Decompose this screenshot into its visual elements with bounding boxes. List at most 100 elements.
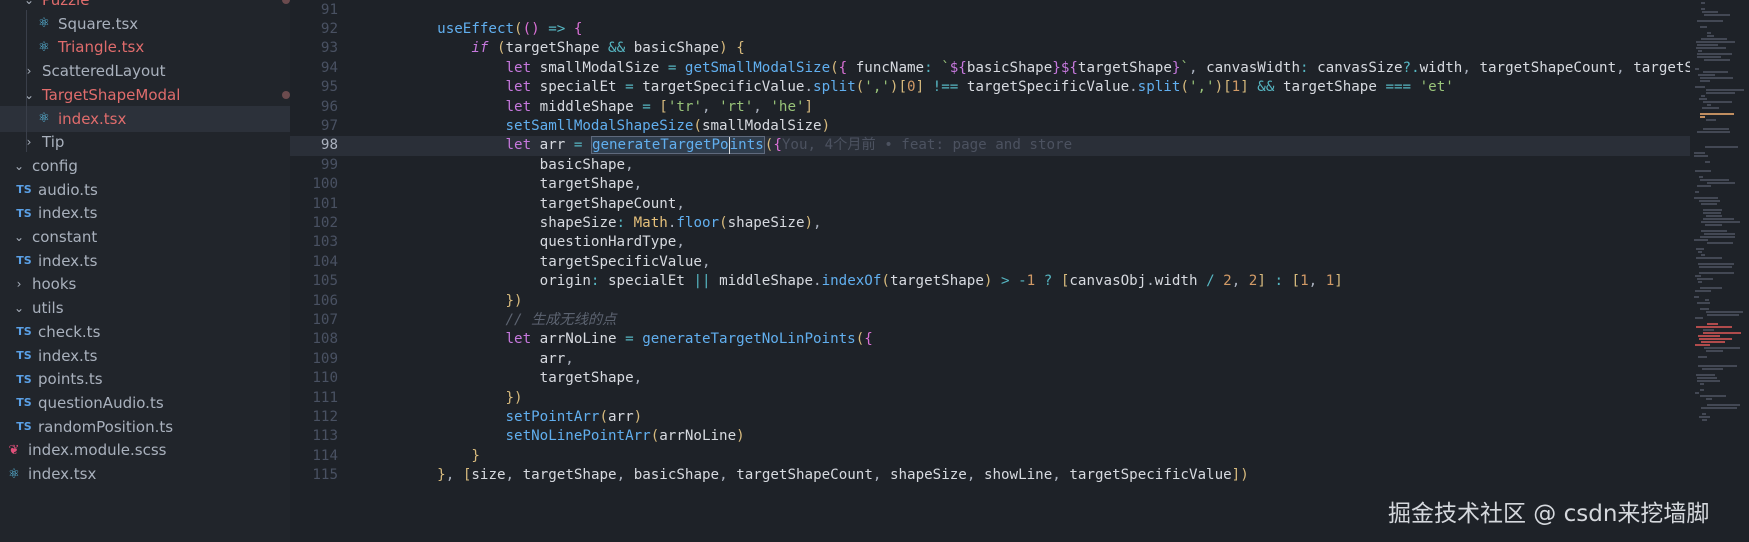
code-line[interactable]: 97 setSamllModalShapeSize(smallModalSize… xyxy=(290,117,1690,136)
line-number: 101 xyxy=(312,195,338,212)
explorer-file[interactable]: TS index.ts xyxy=(0,200,290,226)
code-line[interactable]: 109 arr, xyxy=(290,350,1690,369)
modified-dot-icon xyxy=(282,90,290,99)
minimap-line xyxy=(1700,179,1729,181)
chevron-right-icon: › xyxy=(26,64,32,79)
minimap-line xyxy=(1697,380,1720,382)
explorer-item-label: index.ts xyxy=(38,204,98,223)
code-line[interactable]: 92 useEffect(() => { xyxy=(290,20,1690,39)
explorer-folder-utils[interactable]: ⌄ utils xyxy=(0,295,290,321)
code-editor[interactable]: 91 92 useEffect(() => {93 if (targetShape… xyxy=(290,0,1690,542)
explorer-file[interactable]: ⚛Triangle.tsx3 xyxy=(0,34,290,60)
code-line[interactable]: 114 } xyxy=(290,447,1690,466)
code-line[interactable]: 91 xyxy=(290,1,1690,20)
code-line[interactable]: 107 // 生成无线的点 xyxy=(290,311,1690,330)
minimap-line xyxy=(1703,71,1728,73)
minimap-line xyxy=(1697,185,1711,187)
code-line[interactable]: 99 basicShape, xyxy=(290,156,1690,175)
chevron-right-icon: › xyxy=(26,135,32,150)
minimap-line xyxy=(1700,26,1707,28)
explorer-folder-constant[interactable]: ⌄ constant xyxy=(0,224,290,250)
minimap-line xyxy=(1704,233,1735,235)
explorer-item-label: config xyxy=(32,156,78,175)
code-text: }) xyxy=(505,389,523,406)
minimap-line xyxy=(1702,107,1719,109)
code-text: let middleShape = ['tr', 'rt', 'he'] xyxy=(505,98,814,115)
explorer-file[interactable]: ⚛ index.tsx xyxy=(0,461,290,487)
explorer-item-label: index.ts xyxy=(38,251,98,270)
code-line[interactable]: 102 shapeSize: Math.floor(shapeSize), xyxy=(290,214,1690,233)
minimap-line xyxy=(1700,113,1734,115)
explorer-folder-config[interactable]: ⌄ config xyxy=(0,153,290,179)
explorer-folder-tip[interactable]: › Tip xyxy=(0,129,290,155)
code-line[interactable]: 94 let smallModalSize = getSmallModalSiz… xyxy=(290,59,1690,78)
ts-icon: TS xyxy=(16,206,32,220)
code-line[interactable]: 103 questionHardType, xyxy=(290,233,1690,252)
line-number: 99 xyxy=(320,156,338,173)
minimap-line xyxy=(1699,338,1732,340)
code-line[interactable]: 115 }, [size, targetShape, basicShape, t… xyxy=(290,466,1690,485)
minimap-line xyxy=(1700,236,1735,238)
line-number: 104 xyxy=(312,253,338,270)
code-line[interactable]: 104 targetSpecificValue, xyxy=(290,253,1690,272)
explorer-file[interactable]: ⚛ Square.tsx xyxy=(0,11,290,37)
code-text: }, [size, targetShape, basicShape, targe… xyxy=(437,467,1249,484)
explorer-item-label: audio.ts xyxy=(38,180,98,199)
code-line[interactable]: 98 let arr = generateTargetPoints({You, … xyxy=(290,136,1690,156)
code-line[interactable]: 96 let middleShape = ['tr', 'rt', 'he'] xyxy=(290,98,1690,117)
minimap-line xyxy=(1706,89,1744,91)
minimap-line xyxy=(1706,119,1716,121)
line-number: 108 xyxy=(312,331,338,348)
explorer-folder-targetshapemodal[interactable]: ⌄ TargetShapeModal xyxy=(0,82,290,108)
minimap-line xyxy=(1695,344,1710,346)
line-number: 95 xyxy=(320,79,338,96)
code-line[interactable]: 105 origin: specialEt || middleShape.ind… xyxy=(290,272,1690,291)
explorer-file[interactable]: TS audio.ts xyxy=(0,177,290,203)
explorer-file[interactable]: TS points.ts xyxy=(0,366,290,392)
explorer-file[interactable]: TS index.ts xyxy=(0,248,290,274)
explorer-item-label: Square.tsx xyxy=(58,14,139,33)
code-text: let smallModalSize = getSmallModalSize({… xyxy=(505,59,1691,76)
file-explorer: ⌄Puzzle⚛Square.tsx⚛Triangle.tsx3›Scatter… xyxy=(0,0,290,542)
explorer-file[interactable]: TS randomPosition.ts xyxy=(0,414,290,440)
code-line[interactable]: 110 targetShape, xyxy=(290,369,1690,388)
code-line[interactable]: 93 if (targetShape && basicShape) { xyxy=(290,39,1690,58)
chevron-down-icon: ⌄ xyxy=(13,301,25,316)
explorer-file[interactable]: ⚛index.tsx2 xyxy=(0,105,290,132)
code-line[interactable]: 100 targetShape, xyxy=(290,175,1690,194)
code-line[interactable]: 111 }) xyxy=(290,389,1690,408)
code-line[interactable]: 95 let specialEt = targetSpecificValue.s… xyxy=(290,78,1690,97)
explorer-item-label: index.module.scss xyxy=(28,441,167,460)
code-line[interactable]: 112 setPointArr(arr) xyxy=(290,408,1690,427)
code-text: setPointArr(arr) xyxy=(505,408,643,425)
line-number: 115 xyxy=(312,467,338,484)
line-number: 91 xyxy=(320,1,338,18)
explorer-file[interactable]: ❦ index.module.scss xyxy=(0,437,290,463)
ts-icon: TS xyxy=(16,396,32,410)
code-line[interactable]: 101 targetShapeCount, xyxy=(290,195,1690,214)
explorer-file[interactable]: TS check.ts xyxy=(0,319,290,345)
minimap[interactable] xyxy=(1690,0,1749,542)
explorer-item-label: questionAudio.ts xyxy=(38,393,164,412)
minimap-line xyxy=(1701,221,1740,223)
code-text: let arrNoLine = generateTargetNoLinPoint… xyxy=(505,331,873,348)
code-line[interactable]: 106 }) xyxy=(290,292,1690,311)
code-text: origin: specialEt || middleShape.indexOf… xyxy=(539,273,1343,290)
explorer-item-label: index.tsx xyxy=(28,465,97,483)
minimap-line xyxy=(1697,20,1723,22)
minimap-line xyxy=(1694,155,1708,157)
code-line[interactable]: 108 let arrNoLine = generateTargetNoLinP… xyxy=(290,330,1690,349)
code-line[interactable]: 113 setNoLinePointArr(arrNoLine) xyxy=(290,427,1690,446)
ts-icon: TS xyxy=(16,183,32,197)
explorer-folder-scatteredlayout[interactable]: › ScatteredLayout xyxy=(0,58,290,84)
code-text: let arr = generateTargetPoints({You, 4个月… xyxy=(505,136,1073,155)
explorer-folder-hooks[interactable]: › hooks xyxy=(0,271,290,297)
code-text: }) xyxy=(505,292,523,309)
minimap-line xyxy=(1701,38,1727,40)
code-text: questionHardType, xyxy=(539,234,685,251)
minimap-line xyxy=(1700,80,1710,82)
minimap-line xyxy=(1702,11,1718,13)
minimap-line xyxy=(1697,53,1732,55)
explorer-file[interactable]: TS index.ts xyxy=(0,343,290,369)
explorer-file[interactable]: TS questionAudio.ts xyxy=(0,390,290,416)
